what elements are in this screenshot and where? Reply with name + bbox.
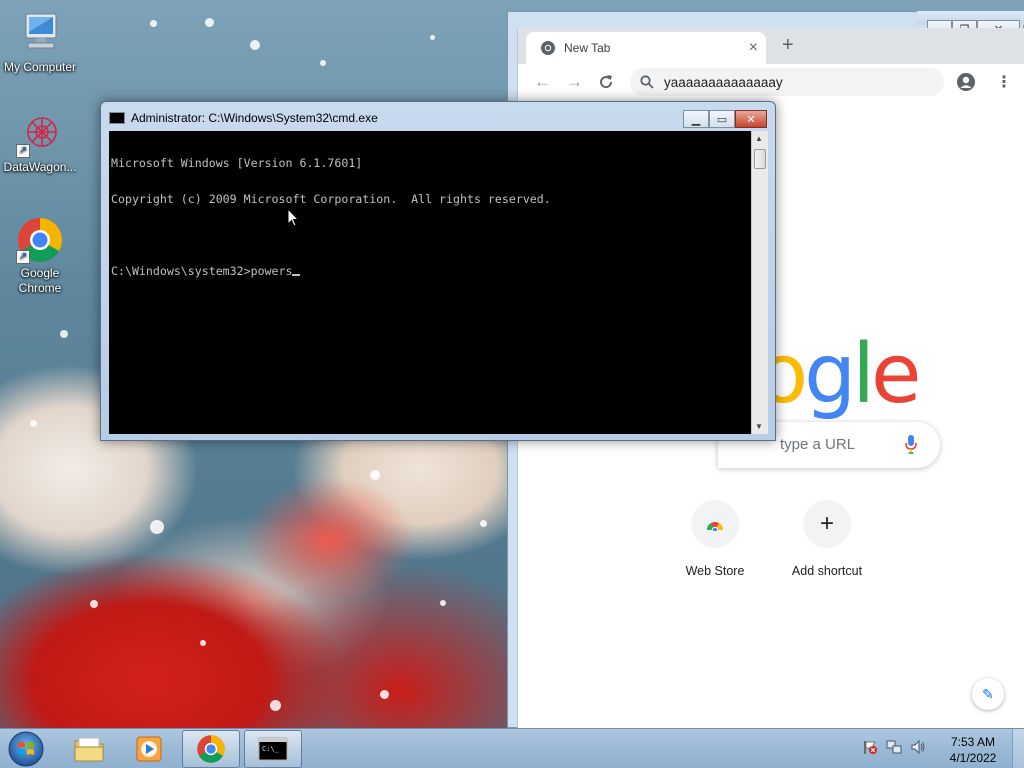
forward-icon[interactable]: → <box>566 72 583 92</box>
back-icon[interactable]: ← <box>534 72 551 92</box>
action-center-flag-icon[interactable] <box>862 739 878 755</box>
close-button[interactable]: ✕ <box>735 110 767 128</box>
pencil-icon: ✎ <box>982 685 994 702</box>
cmd-console-output[interactable]: Microsoft Windows [Version 6.1.7601] Cop… <box>109 131 751 434</box>
shortcut-web-store[interactable]: Web Store <box>659 500 771 578</box>
shortcut-add[interactable]: + Add shortcut <box>771 500 883 578</box>
cmd-window-controls: ▁ ▭ ✕ <box>683 110 767 128</box>
folder-icon <box>74 737 104 762</box>
tab-strip: New Tab × + <box>518 28 1024 64</box>
clock-date: 4/1/2022 <box>949 751 997 765</box>
computer-icon <box>16 10 64 58</box>
show-desktop-button[interactable] <box>1012 729 1024 768</box>
start-button[interactable] <box>6 730 46 768</box>
chrome-icon <box>197 735 225 763</box>
console-line: Copyright (c) 2009 Microsoft Corporation… <box>111 192 551 206</box>
desktop-icon-label: My Computer <box>3 60 77 74</box>
browser-toolbar: ← → yaaaaaaaaaaaaaay ⋮ <box>518 64 1024 100</box>
desktop-icon-label: DataWagon... <box>3 160 77 174</box>
desktop-icon-label: Google Chrome <box>18 266 62 295</box>
clock-time: 7:53 AM <box>950 735 996 749</box>
taskbar-explorer[interactable] <box>60 730 118 768</box>
web-store-icon <box>691 500 739 548</box>
shortcut-label: Web Store <box>685 564 745 578</box>
chrome-tab-icon <box>541 41 555 55</box>
datawagon-icon: ↗ <box>16 110 64 158</box>
desktop-icon-google-chrome[interactable]: ↗ Google Chrome <box>0 216 80 296</box>
cmd-icon: C:\_ <box>258 737 288 761</box>
scrollbar-thumb[interactable] <box>754 149 766 169</box>
tab-title: New Tab <box>564 41 611 55</box>
chrome-icon: ↗ <box>16 216 64 264</box>
svg-text:C:\_: C:\_ <box>262 745 280 753</box>
system-tray <box>862 739 926 755</box>
desktop-icon-my-computer[interactable]: My Computer <box>0 10 80 75</box>
network-icon[interactable] <box>886 739 902 755</box>
reload-icon[interactable] <box>598 74 614 90</box>
cmd-scrollbar[interactable]: ▲ ▼ <box>751 131 768 434</box>
minimize-button[interactable]: ▁ <box>683 110 709 128</box>
customize-button[interactable]: ✎ <box>972 678 1004 710</box>
cmd-icon <box>109 112 125 124</box>
ntp-search-placeholder: type a URL <box>780 436 856 453</box>
cmd-title: Administrator: C:\Windows\System32\cmd.e… <box>131 111 378 125</box>
media-player-icon <box>136 736 162 762</box>
address-bar-text: yaaaaaaaaaaaaaay <box>664 74 783 90</box>
search-icon <box>640 75 654 89</box>
address-bar[interactable]: yaaaaaaaaaaaaaay <box>630 68 944 96</box>
volume-icon[interactable] <box>910 739 926 755</box>
console-line: Microsoft Windows [Version 6.1.7601] <box>111 156 363 170</box>
tab-new-tab[interactable]: New Tab × <box>526 32 766 64</box>
plus-icon: + <box>803 500 851 548</box>
shortcut-arrow-icon: ↗ <box>16 250 30 264</box>
tab-close-icon[interactable]: × <box>749 39 758 57</box>
mouse-pointer-icon <box>287 208 299 227</box>
new-tab-button[interactable]: + <box>782 34 794 57</box>
google-logo: ogle <box>758 327 922 422</box>
console-prompt: C:\Windows\system32>powers <box>111 264 293 278</box>
taskbar-chrome[interactable] <box>182 730 240 768</box>
console-prompt-line: C:\Windows\system32>powers <box>111 265 749 277</box>
taskbar-media-player[interactable] <box>120 730 178 768</box>
scroll-down-icon[interactable]: ▼ <box>755 422 763 431</box>
cmd-window: Administrator: C:\Windows\System32\cmd.e… <box>100 101 776 441</box>
maximize-button[interactable]: ▭ <box>709 110 735 128</box>
text-cursor <box>292 274 301 276</box>
system-clock[interactable]: 7:53 AM 4/1/2022 <box>940 734 1006 766</box>
taskbar-cmd[interactable]: C:\_ <box>244 730 302 768</box>
microphone-icon[interactable] <box>904 434 918 456</box>
desktop-icon-datawagon[interactable]: ↗ DataWagon... <box>0 110 80 175</box>
taskbar: C:\_ 7:53 AM 4/1/2022 <box>0 728 1024 768</box>
cmd-title-bar[interactable]: Administrator: C:\Windows\System32\cmd.e… <box>109 111 378 125</box>
shortcut-label: Add shortcut <box>791 564 863 578</box>
scroll-up-icon[interactable]: ▲ <box>755 134 763 143</box>
menu-icon[interactable]: ⋮ <box>996 72 1012 92</box>
profile-icon[interactable] <box>956 72 976 92</box>
shortcut-arrow-icon: ↗ <box>16 144 30 158</box>
